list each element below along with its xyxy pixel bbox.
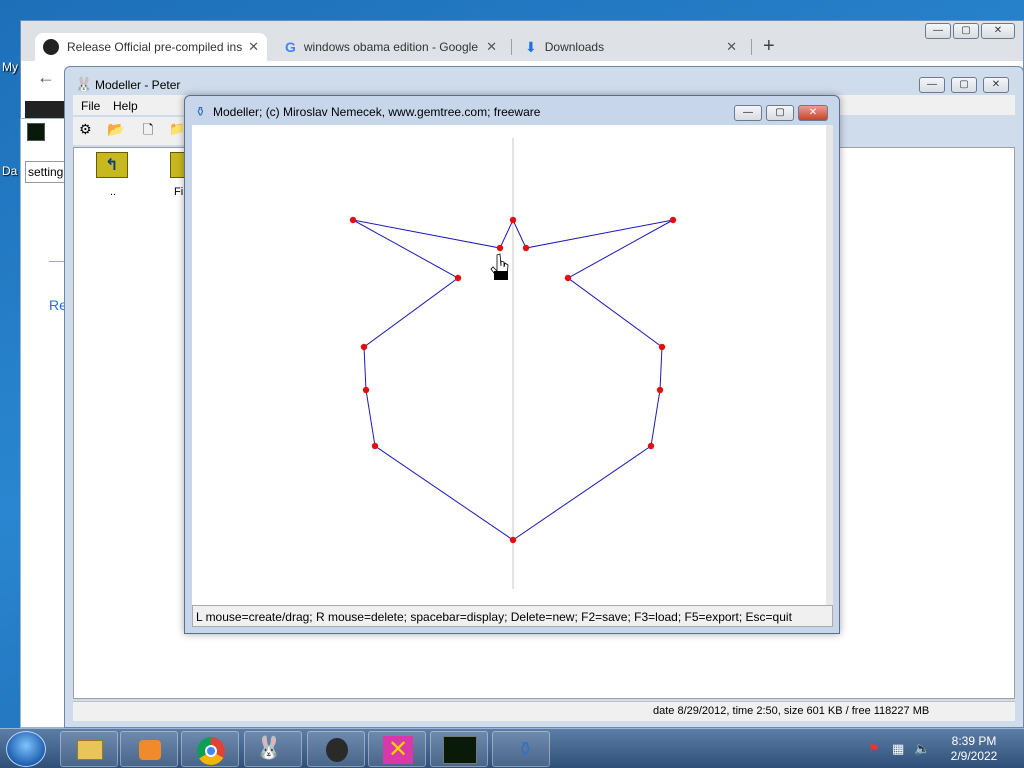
- menu-file[interactable]: File: [81, 99, 100, 113]
- close-button[interactable]: ✕: [981, 23, 1015, 39]
- menu-help[interactable]: Help: [113, 99, 138, 113]
- folder-label: Fi: [174, 186, 184, 198]
- desktop-label-my: My: [2, 60, 18, 74]
- tab-divider: [511, 39, 512, 55]
- folder-icon[interactable]: 📁: [169, 121, 185, 137]
- control-point[interactable]: [496, 244, 504, 252]
- tab-title: windows obama edition - Google: [303, 40, 478, 54]
- status-bar: L mouse=create/drag; R mouse=delete; spa…: [192, 605, 833, 627]
- close-button[interactable]: ✕: [983, 77, 1009, 93]
- open-folder-icon[interactable]: 📂: [107, 121, 124, 138]
- close-icon[interactable]: ✕: [248, 39, 259, 55]
- maximize-button[interactable]: ▢: [953, 23, 979, 39]
- tab-title: Downloads: [544, 40, 605, 54]
- tab-divider: [751, 39, 752, 55]
- download-icon: ⬇: [525, 38, 537, 55]
- close-button[interactable]: ✕: [798, 105, 828, 121]
- tab-title: Release Official pre-compiled ins: [67, 40, 243, 54]
- control-point[interactable]: [522, 244, 530, 252]
- maximize-button[interactable]: ▢: [766, 105, 794, 121]
- tab-google[interactable]: G windows obama edition - Google ✕: [277, 33, 505, 61]
- close-icon[interactable]: ✕: [486, 39, 497, 55]
- folder-up-label: ..: [110, 186, 117, 198]
- taskbar: 🐰 ✕ ⚱ ⚑ ▦ 🔈 8:39 PM 2/9/2022: [0, 728, 1024, 768]
- start-button[interactable]: [6, 731, 46, 767]
- network-warning-icon[interactable]: ⚑: [868, 741, 880, 757]
- alien-app-icon[interactable]: [307, 731, 365, 767]
- shape-drawing[interactable]: [192, 125, 833, 605]
- volume-icon[interactable]: 🔈: [914, 741, 930, 757]
- help-text: L mouse=create/drag; R mouse=delete; spa…: [196, 610, 792, 624]
- explorer-icon[interactable]: [60, 731, 118, 767]
- oscilloscope-icon[interactable]: [430, 731, 488, 767]
- back-arrow-icon[interactable]: ←: [37, 67, 55, 88]
- minimize-button[interactable]: —: [925, 23, 951, 39]
- vase-modeller-icon[interactable]: ⚱: [492, 731, 550, 767]
- status-bar: date 8/29/2012, time 2:50, size 601 KB /…: [73, 701, 1015, 721]
- vase-icon: ⚱: [195, 104, 206, 119]
- media-player-icon[interactable]: [120, 731, 178, 767]
- clock[interactable]: 8:39 PM 2/9/2022: [946, 734, 1002, 764]
- tab-release[interactable]: Release Official pre-compiled ins ✕: [35, 33, 267, 61]
- minimize-button[interactable]: —: [919, 77, 945, 93]
- maximize-button[interactable]: ▢: [951, 77, 977, 93]
- control-point[interactable]: [669, 216, 677, 224]
- modeller-dialog: ⚱ Modeller; (c) Miroslav Nemecek, www.ge…: [184, 95, 840, 634]
- github-icon: [43, 39, 59, 55]
- new-tab-button[interactable]: +: [763, 35, 775, 58]
- tools-icon[interactable]: ⚙: [79, 121, 92, 138]
- tab-downloads[interactable]: ⬇ Downloads ✕: [517, 33, 745, 61]
- control-point[interactable]: [658, 343, 666, 351]
- google-icon: G: [285, 39, 296, 55]
- toolbar: ⚙ 📂 🗋 📁: [73, 117, 193, 145]
- desktop-label-da: Da: [2, 164, 18, 178]
- x-app-icon[interactable]: ✕: [368, 731, 426, 767]
- control-point[interactable]: [362, 386, 370, 394]
- chrome-icon[interactable]: [181, 731, 239, 767]
- control-point[interactable]: [656, 386, 664, 394]
- control-point[interactable]: [647, 442, 655, 450]
- time: 8:39 PM: [951, 734, 997, 748]
- minimize-button[interactable]: —: [734, 105, 762, 121]
- control-point[interactable]: [509, 216, 517, 224]
- network-icon[interactable]: ▦: [892, 741, 904, 757]
- new-file-icon[interactable]: 🗋: [143, 121, 153, 143]
- folder-up-icon[interactable]: ↰: [96, 152, 128, 178]
- drawing-canvas[interactable]: [192, 125, 833, 605]
- scrollbar[interactable]: [826, 125, 833, 605]
- window-title: Modeller - Peter: [95, 78, 181, 92]
- hand-cursor-icon: [490, 253, 509, 280]
- control-point[interactable]: [360, 343, 368, 351]
- dialog-title: Modeller; (c) Miroslav Nemecek, www.gemt…: [213, 105, 541, 119]
- control-point[interactable]: [454, 274, 462, 282]
- bunny-app-icon[interactable]: 🐰: [244, 731, 302, 767]
- control-point[interactable]: [564, 274, 572, 282]
- control-point[interactable]: [509, 536, 517, 544]
- close-icon[interactable]: ✕: [726, 39, 737, 55]
- bunny-app-icon: 🐰: [75, 76, 93, 92]
- oscilloscope-icon: [27, 123, 45, 141]
- date: 2/9/2022: [950, 749, 998, 763]
- control-point[interactable]: [371, 442, 379, 450]
- control-point[interactable]: [349, 216, 357, 224]
- file-info-text: date 8/29/2012, time 2:50, size 601 KB /…: [653, 705, 930, 717]
